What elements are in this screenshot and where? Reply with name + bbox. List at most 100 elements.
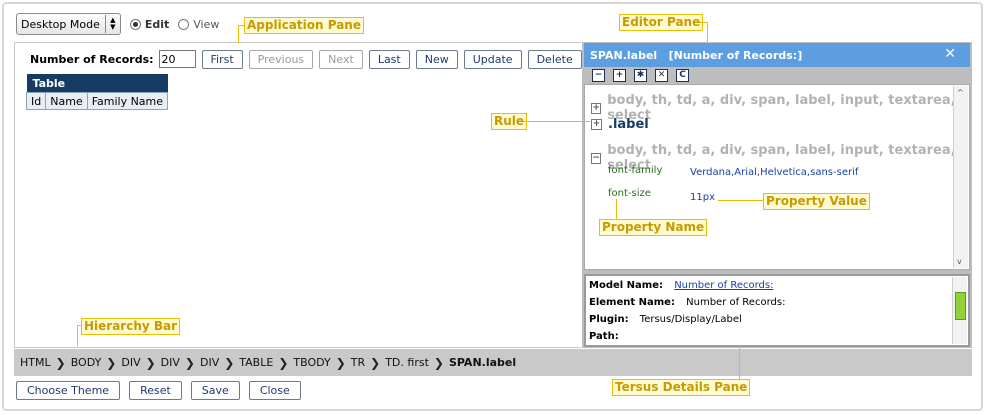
mode-select-value: Desktop Mode [21,17,100,31]
edit-radio[interactable]: Edit [129,17,170,31]
records-navigation: Number of Records: First Previous Next L… [30,49,582,69]
copy-rule-icon[interactable]: C [676,69,689,82]
property-name[interactable]: font-size [608,188,651,199]
collapse-all-icon[interactable]: − [592,69,605,82]
scroll-down-icon[interactable]: v [957,257,962,266]
crumb-label: TBODY [293,356,331,369]
last-button[interactable]: Last [368,49,410,69]
update-button[interactable]: Update [463,49,522,69]
property-name[interactable]: font-family [608,165,662,176]
chevron-right-icon: ❯ [106,355,117,370]
table-header-row: Id Name Family Name [25,92,169,110]
expand-icon[interactable]: + [591,102,602,114]
edit-radio-label: Edit [144,17,170,31]
callout-property-value: Property Value [763,193,870,210]
crumb-label: DIV [199,356,220,369]
hierarchy-bar: HTML ❯ BODY ❯ DIV ❯ DIV ❯ DIV ❯ TABLE ❯ TBODY ❯… [14,349,972,376]
crumb-span-current[interactable]: SPAN.label [449,356,516,369]
plugin-value: Tersus/Display/Label [639,314,742,325]
callout-leader [523,121,590,122]
mode-select[interactable]: Desktop Mode ▲ ▼ [16,13,121,35]
collapse-icon[interactable]: − [591,152,602,164]
callout-rule: Rule [491,113,528,130]
crumb-label: DIV [121,356,141,369]
asterisk-icon[interactable]: ✱ [634,69,647,82]
rule-selector: .label [608,117,649,132]
property-value[interactable]: Verdana,Arial,Helvetica,sans-serif [690,167,858,178]
crumb-label: TABLE [239,356,274,369]
chevron-right-icon: ❯ [145,355,156,370]
new-button[interactable]: New [415,49,458,69]
crumb-div[interactable]: DIV ❯ [161,356,200,370]
view-radio[interactable]: View [178,18,219,31]
element-name-value: Number of Records: [686,297,786,308]
callout-details-pane: Tersus Details Pane [612,379,751,396]
crumb-body[interactable]: BODY ❯ [71,356,122,370]
chevron-right-icon: ❯ [224,355,235,370]
crumb-label: DIV [160,356,180,369]
scroll-up-icon[interactable]: ^ [957,88,964,97]
save-button[interactable]: Save [190,381,240,400]
editor-toolbar: − + ✱ ✕ C [592,69,697,82]
records-input[interactable] [158,50,196,68]
crumb-table[interactable]: TABLE ❯ [239,356,293,370]
crumb-html[interactable]: HTML ❯ [20,356,71,370]
details-model-name: Model Name: Number of Records: [589,280,773,291]
details-key: Plugin: [589,314,629,325]
close-icon[interactable]: ✕ [944,46,956,62]
callout-application-pane: Application Pane [244,17,364,34]
details-key: Model Name: [589,280,663,291]
callout-editor-pane: Editor Pane [619,14,704,31]
rules-scrollbar[interactable]: ^ v [953,86,968,268]
chevron-right-icon: ❯ [278,355,289,370]
crumb-label: HTML [20,356,51,369]
callout-leader [718,200,763,201]
model-name-link[interactable]: Number of Records: [674,280,773,291]
delete-rule-icon[interactable]: ✕ [655,69,668,82]
callout-leader [616,199,617,219]
details-pane: Model Name: Number of Records: Element N… [584,274,970,347]
rule-selector: body, th, td, a, div, span, label, input… [607,93,956,123]
details-key: Element Name: [589,297,675,308]
property-value[interactable]: 11px [690,192,715,203]
expand-all-icon[interactable]: + [613,69,626,82]
choose-theme-button[interactable]: Choose Theme [16,381,121,400]
crumb-div[interactable]: DIV ❯ [121,356,160,370]
bottom-actions: Choose Theme Reset Save Close [16,381,310,400]
callout-leader [238,25,239,43]
scroll-thumb[interactable] [955,292,966,320]
crumb-td[interactable]: TD. first ❯ [385,356,449,370]
rules-panel: + body, th, td, a, div, span, label, inp… [584,84,970,270]
radio-unchecked-icon [178,18,190,30]
close-button[interactable]: Close [248,381,301,400]
previous-button[interactable]: Previous [248,49,314,69]
rule-row-selected[interactable]: + .label [591,117,649,132]
expand-icon[interactable]: + [591,119,602,130]
details-path: Path: [589,331,619,342]
reset-button[interactable]: Reset [129,381,182,400]
details-scrollbar[interactable] [952,277,967,344]
column-header-family-name[interactable]: Family Name [86,92,169,110]
updown-arrows-icon: ▲ ▼ [104,15,120,33]
column-header-name[interactable]: Name [45,92,88,110]
crumb-tbody[interactable]: TBODY ❯ [293,356,350,370]
details-plugin: Plugin: Tersus/Display/Label [589,314,742,325]
records-table: Table Id Name Family Name [25,74,169,110]
first-button[interactable]: First [201,49,243,69]
radio-checked-icon [129,18,141,30]
crumb-label: BODY [70,356,102,369]
crumb-div[interactable]: DIV ❯ [200,356,239,370]
delete-button[interactable]: Delete [527,49,582,69]
column-header-id[interactable]: Id [25,92,47,110]
callout-leader [77,325,78,346]
crumb-label: TD. first [385,356,429,369]
callout-leader [739,346,740,379]
records-label: Number of Records: [30,52,154,66]
crumb-label: SPAN.label [448,356,517,369]
next-button[interactable]: Next [319,49,363,69]
crumb-label: TR [350,356,366,369]
chevron-right-icon: ❯ [55,355,66,370]
chevron-right-icon: ❯ [433,355,444,370]
crumb-tr[interactable]: TR ❯ [351,356,385,370]
chevron-right-icon: ❯ [335,355,346,370]
